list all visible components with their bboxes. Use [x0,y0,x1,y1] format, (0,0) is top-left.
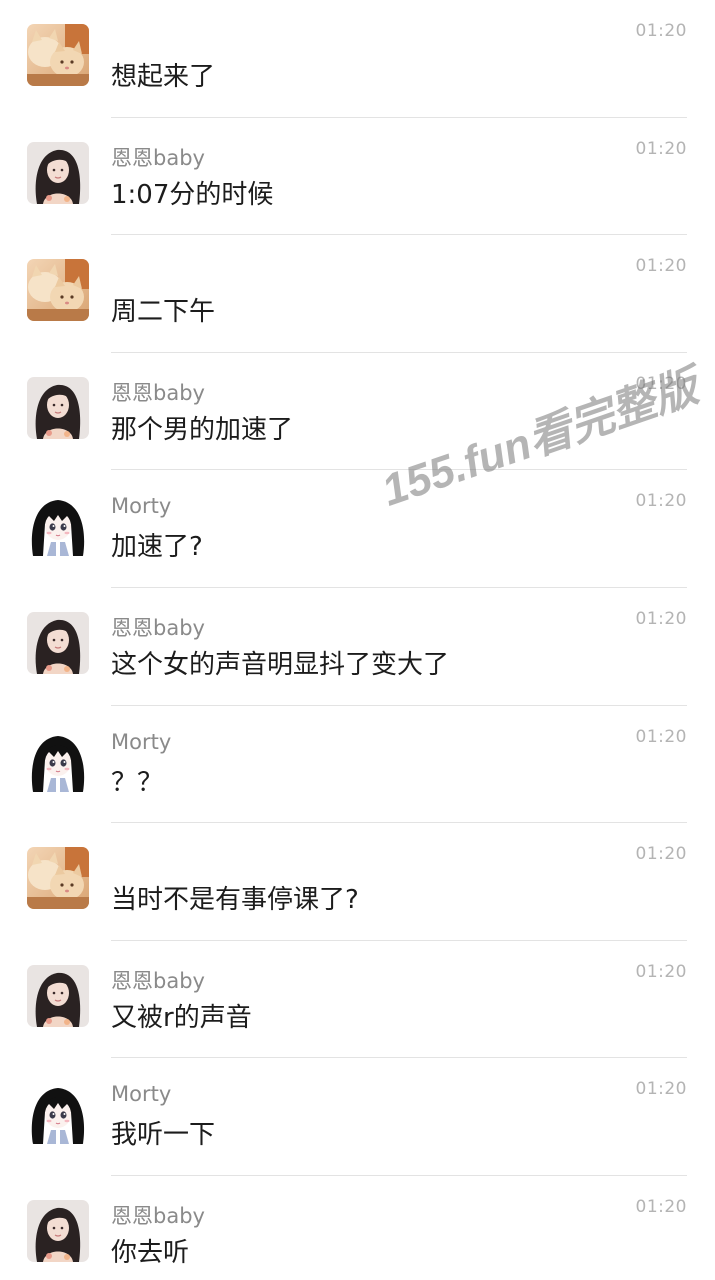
anime-girl-avatar[interactable] [27,729,89,792]
message-row[interactable]: 恩恩baby 01:20 又被r的声音 [0,941,715,1059]
message-time: 01:20 [635,373,687,394]
message-time: 01:20 [635,609,687,629]
message-row[interactable]: 01:20 周二下午 [0,235,715,353]
sender-name: 恩恩baby [111,968,205,993]
message-time: 01:20 [635,1197,687,1217]
girl-photo-avatar[interactable] [27,612,89,674]
message-time: 01:20 [635,491,687,512]
girl-photo-avatar[interactable] [27,376,89,439]
sender-name: 恩恩baby [111,380,205,405]
anime-girl-avatar[interactable] [27,494,89,557]
message-row[interactable]: Morty 01:20 我听一下 [0,1058,715,1176]
message-text: 你去听 [111,1238,190,1268]
cat-avatar[interactable] [27,24,89,86]
message-text: 我听一下 [111,1120,216,1151]
message-text: 又被r的声音 [111,1002,252,1033]
anime-girl-avatar[interactable] [27,1082,89,1145]
message-text: 那个男的加速了 [111,414,294,445]
message-time: 01:20 [635,1079,687,1100]
message-time: 01:20 [635,844,687,865]
chat-history-page: 01:20 想起来了 恩恩baby 01:20 1:07分的时候 01:20 周二下午 恩恩b… [0,0,715,1280]
girl-photo-avatar[interactable] [27,1200,89,1262]
sender-name: 恩恩baby [111,616,205,640]
message-text: 想起来了 [111,62,216,92]
message-row[interactable]: 恩恩baby 01:20 那个男的加速了 [0,353,715,471]
message-text: 1:07分的时候 [111,179,274,210]
message-time: 01:20 [635,726,687,747]
sender-name: Morty [111,494,172,519]
girl-photo-avatar[interactable] [27,141,89,204]
message-text: 这个女的声音明显抖了变大了 [111,650,450,680]
message-row[interactable]: Morty 01:20 加速了? [0,470,715,588]
sender-name: Morty [111,729,172,754]
message-row[interactable]: Morty 01:20 ？？ [0,706,715,824]
message-time: 01:20 [635,256,687,277]
message-row[interactable]: 恩恩baby 01:20 你去听 [0,1176,715,1280]
message-text: 周二下午 [111,297,216,328]
message-row[interactable]: 恩恩baby 01:20 1:07分的时候 [0,118,715,236]
message-time: 01:20 [635,138,687,159]
message-text: ？？ [111,767,164,798]
message-text: 加速了? [111,532,203,563]
message-row[interactable]: 01:20 当时不是有事停课了? [0,823,715,941]
sender-name: Morty [111,1082,172,1107]
message-row[interactable]: 恩恩baby 01:20 这个女的声音明显抖了变大了 [0,588,715,706]
girl-photo-avatar[interactable] [27,964,89,1027]
message-time: 01:20 [635,21,687,41]
sender-name: 恩恩baby [111,1204,205,1228]
message-time: 01:20 [635,961,687,982]
cat-avatar[interactable] [27,259,89,322]
message-text: 当时不是有事停课了? [111,885,359,916]
message-row[interactable]: 01:20 想起来了 [0,0,715,118]
sender-name: 恩恩baby [111,145,205,170]
cat-avatar[interactable] [27,847,89,910]
